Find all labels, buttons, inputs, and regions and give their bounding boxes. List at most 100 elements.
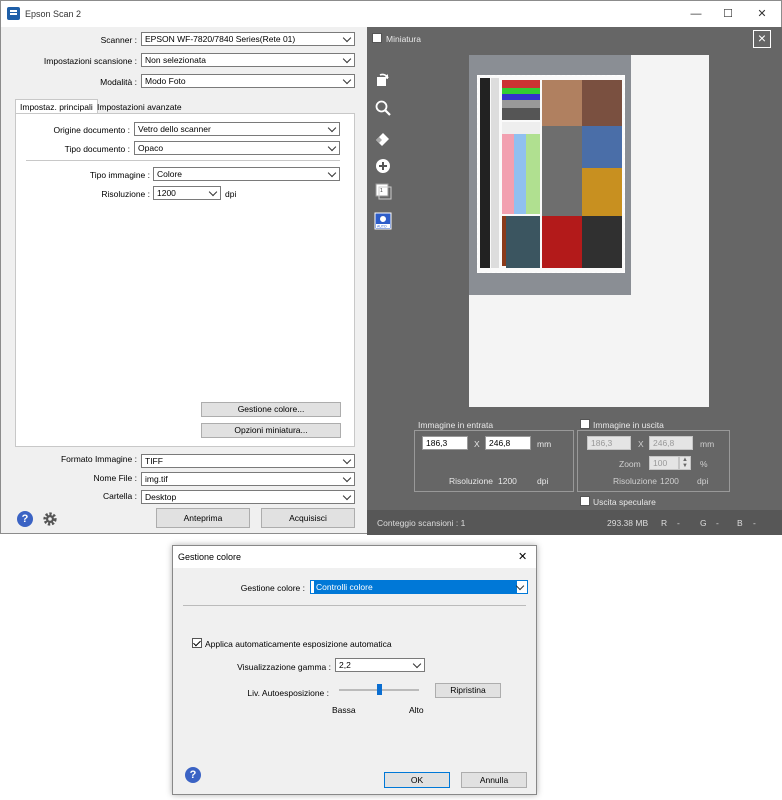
preset-select[interactable]: Non selezionata bbox=[141, 53, 355, 67]
input-unit: mm bbox=[537, 439, 552, 449]
dialog-close-button[interactable]: ✕ bbox=[518, 550, 527, 563]
scanner-value: EPSON WF-7820/7840 Series(Rete 01) bbox=[145, 34, 296, 44]
maximize-button[interactable]: ☐ bbox=[713, 5, 743, 23]
format-select[interactable]: TIFF bbox=[141, 454, 355, 468]
minimize-button[interactable]: — bbox=[681, 5, 711, 23]
source-label: Origine documento : bbox=[53, 125, 130, 135]
resolution-select[interactable]: 1200 bbox=[153, 186, 221, 200]
imagetype-select[interactable]: Colore bbox=[153, 167, 340, 181]
source-select[interactable]: Vetro dello scanner bbox=[134, 122, 340, 136]
help-icon[interactable]: ? bbox=[17, 511, 33, 527]
gear-icon[interactable] bbox=[41, 510, 59, 528]
thumbnail-label: Miniatura bbox=[386, 34, 421, 44]
scan-page-preview bbox=[469, 55, 709, 407]
divider bbox=[26, 160, 340, 161]
copy-marquee-icon[interactable]: 1 bbox=[374, 182, 392, 200]
chevron-down-icon bbox=[327, 168, 337, 178]
color-management-button[interactable]: Gestione colore... bbox=[201, 402, 341, 417]
gamma-value: 2,2 bbox=[339, 660, 351, 670]
dialog-title-bar: Gestione colore ✕ bbox=[173, 546, 536, 568]
output-unit: mm bbox=[700, 439, 715, 449]
chevron-down-icon bbox=[342, 33, 352, 43]
window-title: Epson Scan 2 bbox=[25, 9, 82, 19]
scan-button[interactable]: Acquisisci bbox=[261, 508, 355, 528]
folder-label: Cartella : bbox=[102, 491, 137, 501]
close-preview-button[interactable]: × bbox=[753, 30, 771, 48]
output-resolution-value: 1200 bbox=[660, 476, 679, 486]
management-select[interactable]: Controlli colore bbox=[310, 580, 528, 594]
output-image-checkbox[interactable] bbox=[580, 419, 590, 429]
auto-exposure-icon[interactable]: AUTO bbox=[374, 212, 392, 230]
thumbnail-checkbox[interactable] bbox=[372, 33, 382, 43]
gamma-select[interactable]: 2,2 bbox=[335, 658, 425, 672]
green-value: - bbox=[716, 518, 719, 528]
input-x-label: X bbox=[474, 439, 480, 449]
filename-value: img.tif bbox=[145, 474, 168, 484]
blue-label: B bbox=[737, 518, 743, 528]
high-label: Alto bbox=[409, 705, 424, 715]
scanner-select[interactable]: EPSON WF-7820/7840 Series(Rete 01) bbox=[141, 32, 355, 46]
auto-exposure-checkbox[interactable] bbox=[192, 638, 202, 648]
folder-select[interactable]: Desktop bbox=[141, 490, 355, 504]
input-image-label: Immagine in entrata bbox=[418, 420, 494, 430]
source-value: Vetro dello scanner bbox=[138, 124, 211, 134]
red-label: R bbox=[661, 518, 668, 528]
main-window: Epson Scan 2 — ☐ ✕ Scanner : EPSON WF-78… bbox=[0, 0, 782, 535]
main-settings-panel: Origine documento : Vetro dello scanner … bbox=[15, 113, 355, 447]
doctype-label: Tipo documento : bbox=[64, 144, 130, 154]
dialog-title: Gestione colore bbox=[178, 552, 242, 562]
preview-button[interactable]: Anteprima bbox=[156, 508, 250, 528]
preview-area: Miniatura × 1 AUTO Immagine in entrata 1… bbox=[367, 27, 782, 535]
red-value: - bbox=[677, 518, 680, 528]
zoom-field[interactable]: 100 bbox=[649, 456, 679, 470]
zoom-label: Zoom bbox=[619, 459, 641, 469]
close-window-button[interactable]: ✕ bbox=[747, 5, 777, 23]
output-resolution-unit: dpi bbox=[697, 476, 709, 486]
zoom-spinner[interactable]: ▲ ▼ bbox=[679, 456, 691, 470]
help-icon[interactable]: ? bbox=[185, 767, 201, 783]
tab-main-settings[interactable]: Impostaz. principali bbox=[15, 99, 98, 114]
mode-label: Modalità : bbox=[100, 77, 137, 87]
rotate-icon[interactable] bbox=[374, 70, 392, 88]
chevron-down-icon bbox=[342, 54, 352, 64]
resolution-unit: dpi bbox=[225, 189, 237, 199]
mode-select[interactable]: Modo Foto bbox=[141, 74, 355, 88]
output-width-field[interactable]: 186,3 bbox=[587, 436, 631, 450]
input-width-field[interactable]: 186,3 bbox=[422, 436, 468, 450]
chevron-down-icon bbox=[208, 187, 218, 197]
svg-text:1: 1 bbox=[380, 188, 383, 194]
memory-size: 293.38 MB bbox=[607, 518, 649, 528]
filename-select[interactable]: img.tif bbox=[141, 472, 355, 486]
auto-level-slider-thumb[interactable] bbox=[377, 684, 382, 695]
chevron-down-icon bbox=[342, 75, 352, 85]
preview-header: Miniatura × bbox=[367, 27, 782, 49]
tab-advanced-settings[interactable]: Impostazioni avanzate bbox=[93, 100, 186, 114]
chevron-down-icon bbox=[412, 659, 422, 669]
reset-button[interactable]: Ripristina bbox=[435, 683, 501, 698]
input-resolution-label: Risoluzione bbox=[449, 476, 493, 486]
input-height-field[interactable]: 246,8 bbox=[485, 436, 531, 450]
add-marquee-icon[interactable] bbox=[374, 157, 392, 175]
zoom-icon[interactable] bbox=[374, 99, 392, 117]
chevron-down-icon bbox=[342, 455, 352, 465]
output-image-label: Immagine in uscita bbox=[593, 420, 664, 430]
thumbnail-region bbox=[469, 55, 631, 295]
mirror-output-checkbox[interactable] bbox=[580, 496, 590, 506]
doctype-value: Opaco bbox=[138, 143, 164, 153]
resolution-label: Risoluzione : bbox=[101, 189, 150, 199]
chevron-down-icon bbox=[515, 581, 525, 591]
chevron-down-icon bbox=[342, 473, 352, 483]
scanned-image-thumbnail[interactable] bbox=[477, 75, 625, 273]
cancel-button[interactable]: Annulla bbox=[461, 772, 527, 788]
dialog-divider bbox=[183, 605, 526, 606]
thumbnail-options-button[interactable]: Opzioni miniatura... bbox=[201, 423, 341, 438]
color-management-dialog: Gestione colore ✕ Gestione colore : Cont… bbox=[172, 545, 537, 795]
doctype-select[interactable]: Opaco bbox=[134, 141, 340, 155]
eraser-icon[interactable] bbox=[374, 129, 392, 147]
ok-button[interactable]: OK bbox=[384, 772, 450, 788]
output-height-field[interactable]: 246,8 bbox=[649, 436, 693, 450]
management-value: Controlli colore bbox=[314, 581, 517, 593]
auto-exposure-label: Applica automaticamente esposizione auto… bbox=[205, 639, 392, 649]
chevron-down-icon bbox=[342, 491, 352, 501]
filename-label: Nome File : bbox=[93, 473, 137, 483]
